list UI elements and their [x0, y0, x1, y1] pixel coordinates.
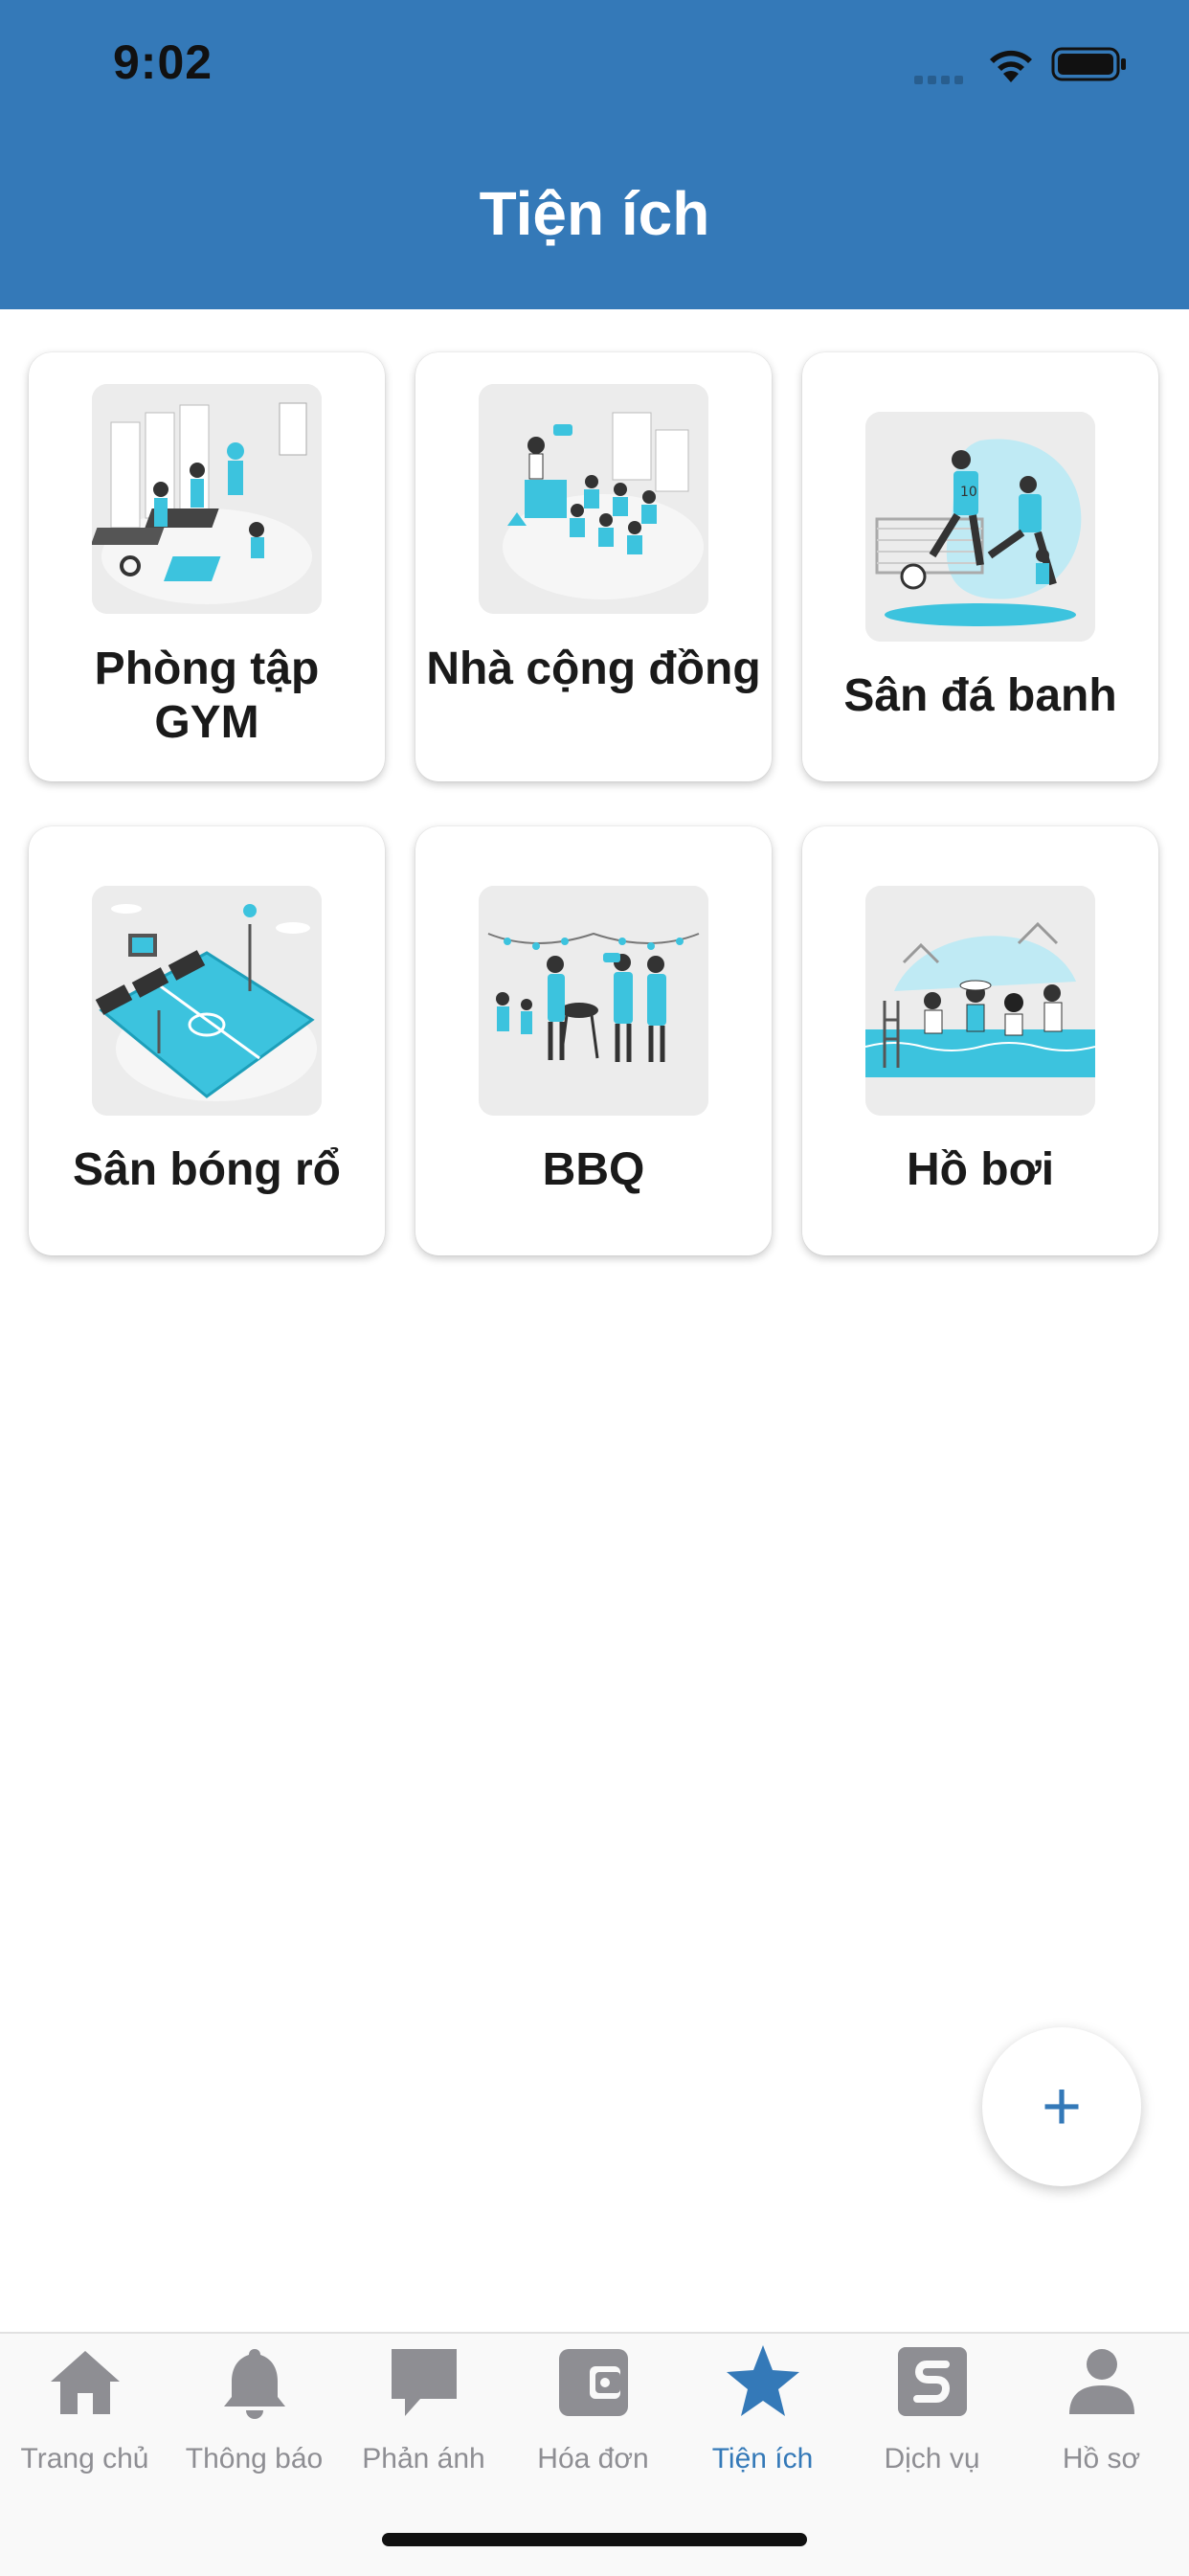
tab-thong-bao[interactable]: Thông báo: [169, 2334, 339, 2487]
wallet-icon: [555, 2343, 632, 2420]
utility-label: BBQ: [542, 1144, 645, 1195]
utility-card-soccer-field[interactable]: 10 Sân đá banh: [802, 352, 1158, 781]
tab-hoa-don[interactable]: Hóa đơn: [508, 2334, 678, 2487]
header-bar: 9:02 Tiện ích: [0, 0, 1189, 309]
tab-label: Thông báo: [185, 2443, 324, 2474]
cellular-signal-icon: [914, 72, 968, 89]
tab-label: Hồ sơ: [1062, 2443, 1141, 2474]
add-button[interactable]: +: [982, 2027, 1141, 2186]
service-icon: [894, 2343, 971, 2420]
utility-label: Sân đá banh: [843, 670, 1117, 721]
home-icon: [47, 2343, 123, 2420]
tab-label: Tiện ích: [711, 2443, 814, 2474]
tab-trang-chu[interactable]: Trang chủ: [0, 2334, 169, 2487]
status-time: 9:02: [113, 35, 213, 89]
battery-icon: [1051, 47, 1126, 81]
tab-label: Phản ánh: [362, 2443, 485, 2474]
plus-icon: +: [1041, 2068, 1083, 2145]
bell-icon: [216, 2343, 293, 2420]
utility-card-basketball-court[interactable]: Sân bóng rổ: [29, 826, 385, 1255]
utility-card-swimming-pool[interactable]: Hồ bơi: [802, 826, 1158, 1255]
tab-dich-vu[interactable]: Dịch vụ: [847, 2334, 1017, 2487]
utility-label: Phòng tập GYM: [94, 644, 320, 748]
tab-label: Dịch vụ: [884, 2443, 980, 2474]
page-title: Tiện ích: [479, 179, 710, 248]
tab-phan-anh[interactable]: Phản ánh: [339, 2334, 508, 2487]
bbq-illustration: [479, 886, 708, 1116]
basketball-court-illustration: [92, 886, 322, 1116]
gym-illustration: [92, 384, 322, 614]
home-indicator: [382, 2533, 807, 2546]
utility-card-bbq[interactable]: BBQ: [415, 826, 772, 1255]
utility-card-gym[interactable]: Phòng tập GYM: [29, 352, 385, 781]
person-icon: [1064, 2343, 1140, 2420]
wifi-icon: [990, 50, 1032, 82]
tab-label: Hóa đơn: [537, 2443, 649, 2474]
utility-label: Hồ bơi: [906, 1144, 1055, 1195]
svg-text:10: 10: [960, 485, 977, 500]
tab-label: Trang chủ: [20, 2443, 149, 2474]
soccer-field-illustration: 10: [865, 412, 1095, 642]
chat-bubble-icon: [386, 2343, 462, 2420]
community-house-illustration: [479, 384, 708, 614]
utility-label: Sân bóng rổ: [73, 1144, 341, 1195]
swimming-pool-illustration: [865, 886, 1095, 1116]
tab-ho-so[interactable]: Hồ sơ: [1017, 2334, 1186, 2487]
utility-label: Nhà cộng đồng: [426, 644, 761, 694]
star-icon: [725, 2343, 801, 2420]
utility-card-community-house[interactable]: Nhà cộng đồng: [415, 352, 772, 781]
tab-tien-ich[interactable]: Tiện ích: [678, 2334, 847, 2487]
